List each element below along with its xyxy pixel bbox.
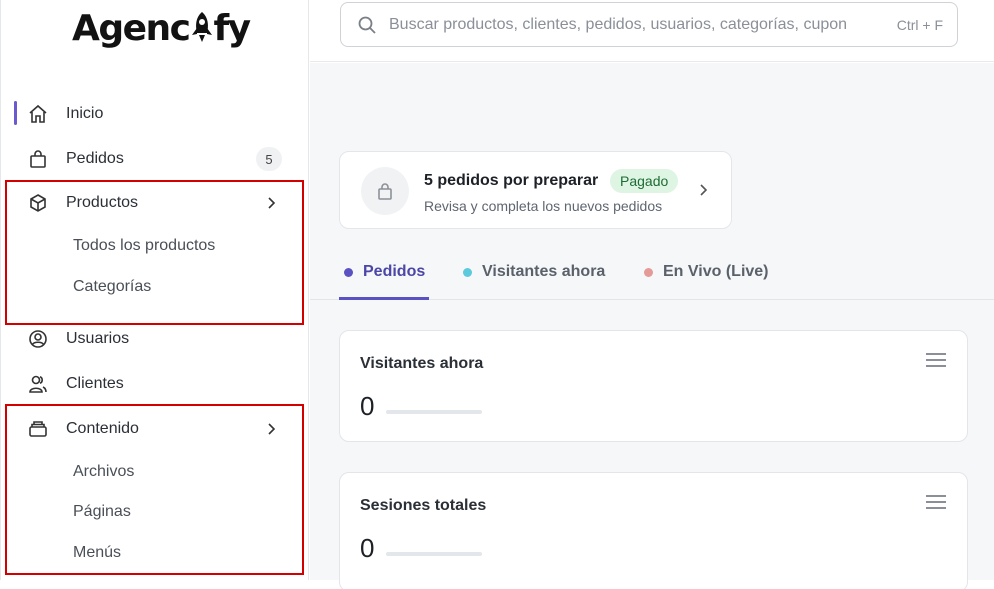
- metric-title: Sesiones totales: [360, 497, 487, 514]
- sidebar-item-label: Inicio: [66, 105, 104, 122]
- sidebar-item-label: Clientes: [66, 375, 124, 392]
- dot-icon: [463, 267, 472, 277]
- metric-card-visitantes: Visitantes ahora 0: [339, 330, 968, 442]
- brand-name-suffix: fy: [213, 8, 252, 49]
- brand-logo[interactable]: Agenc fy: [72, 8, 252, 52]
- metric-sparkline: [386, 552, 482, 556]
- active-tab-underline: [339, 297, 429, 300]
- orders-card-subtitle: Revisa y completa los nuevos pedidos: [424, 198, 663, 214]
- metric-title: Visitantes ahora: [360, 355, 484, 372]
- orders-to-prepare-card[interactable]: 5 pedidos por preparar Pagado Revisa y c…: [339, 151, 732, 229]
- rocket-icon: [190, 11, 214, 52]
- tab-label: Pedidos: [363, 263, 426, 280]
- sidebar-item-label: Usuarios: [66, 330, 130, 347]
- orders-card-title: 5 pedidos por preparar: [424, 172, 599, 189]
- sidebar-item-clientes[interactable]: Clientes: [0, 364, 300, 404]
- status-badge: Pagado: [610, 169, 679, 193]
- dot-icon: [644, 267, 653, 277]
- user-circle-icon: [27, 328, 49, 350]
- home-icon: [27, 103, 49, 125]
- metric-sparkline: [386, 410, 482, 414]
- hamburger-menu-icon[interactable]: [926, 495, 946, 511]
- search-shortcut-hint: Ctrl + F: [896, 17, 943, 33]
- sidebar-item-pedidos[interactable]: Pedidos 5: [0, 139, 300, 179]
- tab-en-vivo[interactable]: En Vivo (Live): [644, 263, 769, 281]
- brand-name-prefix: Agenc: [72, 8, 191, 49]
- metric-value: 0: [360, 391, 375, 421]
- sidebar-item-usuarios[interactable]: Usuarios: [0, 319, 300, 359]
- lock-icon: [361, 167, 409, 215]
- metric-value: 0: [360, 533, 375, 563]
- sidebar-item-inicio[interactable]: Inicio: [0, 94, 300, 134]
- shopping-bag-icon: [27, 148, 49, 170]
- orders-count-badge: 5: [256, 147, 282, 171]
- tab-label: Visitantes ahora: [482, 263, 606, 280]
- tab-visitantes-ahora[interactable]: Visitantes ahora: [463, 263, 605, 281]
- annotation-box-productos: [5, 180, 304, 325]
- search-icon: [357, 15, 377, 40]
- tab-label: En Vivo (Live): [663, 263, 769, 280]
- dot-icon: [344, 267, 353, 277]
- tab-pedidos[interactable]: Pedidos: [344, 263, 425, 281]
- chevron-right-icon: [696, 183, 710, 202]
- metric-card-sesiones: Sesiones totales 0: [339, 472, 968, 589]
- annotation-box-contenido: [5, 404, 304, 575]
- search-input[interactable]: [389, 13, 869, 37]
- users-icon: [27, 373, 49, 395]
- hamburger-menu-icon[interactable]: [926, 353, 946, 369]
- sidebar-item-label: Pedidos: [66, 150, 124, 167]
- global-search[interactable]: Ctrl + F: [340, 2, 958, 47]
